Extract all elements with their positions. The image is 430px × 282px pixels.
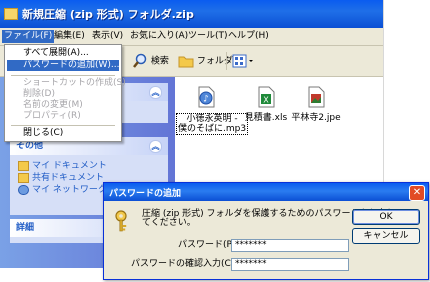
chevron-up-icon[interactable]: ︽: [149, 86, 162, 99]
dialog-title-bar[interactable]: パスワードの追加 ✕: [104, 183, 428, 201]
menu-help[interactable]: ヘルプ(H): [226, 30, 271, 43]
network-icon: [18, 184, 29, 195]
my-documents-icon: [18, 160, 29, 171]
add-password-dialog: パスワードの追加 ✕ 圧縮 (zip 形式) フォルダを保護するためのパスワード…: [103, 182, 429, 280]
file-name-line: 僕のそばに.mp3: [178, 124, 247, 134]
search-button[interactable]: 検索: [132, 53, 169, 69]
menu-separator: [11, 125, 115, 126]
folder-icon: [178, 56, 194, 68]
file-name: 平林寺2.jpe: [291, 113, 341, 123]
file-menu-dropdown: すべて展開(A)... パスワードの追加(W)... ショートカットの作成(S)…: [4, 44, 126, 142]
shared-folder-icon: [18, 172, 29, 183]
dialog-title: パスワードの追加: [109, 189, 182, 199]
title-bar[interactable]: 新規圧縮 (zip 形式) フォルダ.zip: [0, 0, 383, 28]
menu-separator: [11, 75, 115, 76]
close-button[interactable]: ✕: [409, 185, 425, 201]
menu-tools[interactable]: ツール(T): [186, 30, 230, 43]
menu-view[interactable]: 表示(V): [90, 30, 125, 43]
excel-file-icon: X: [258, 86, 275, 108]
password-label: パスワード(P):: [178, 240, 239, 250]
dialog-message-line: てください。: [142, 218, 196, 228]
menu-item-properties[interactable]: プロパティ(R): [7, 111, 119, 122]
chevron-up-icon[interactable]: ︽: [149, 140, 162, 153]
views-button[interactable]: [232, 53, 254, 69]
menu-edit[interactable]: 編集(E): [52, 30, 87, 43]
menu-item-add-password[interactable]: パスワードの追加(W)...: [7, 60, 120, 71]
link-label: マイ ネットワーク: [32, 185, 107, 195]
menu-item-expand-all[interactable]: すべて展開(A)...: [7, 48, 119, 59]
image-file-icon: [308, 86, 325, 108]
views-icon: [232, 54, 253, 68]
menu-item-create-shortcut[interactable]: ショートカットの作成(S): [7, 78, 126, 89]
menu-item-close[interactable]: 閉じる(C): [7, 128, 119, 139]
window-title: 新規圧縮 (zip 形式) フォルダ.zip: [22, 8, 194, 21]
search-label: 検索: [150, 56, 169, 67]
file-name-line: 小徳永英明 -: [186, 114, 238, 124]
link-label: 共有ドキュメント: [32, 173, 105, 183]
menu-item-delete[interactable]: 削除(D): [7, 89, 119, 100]
ok-button[interactable]: OK: [352, 209, 420, 225]
file-item[interactable]: 平林寺2.jpe: [286, 86, 346, 123]
zip-folder-icon: [4, 8, 18, 20]
close-icon: ✕: [412, 187, 422, 198]
password-field[interactable]: *******: [231, 239, 349, 252]
svg-text:X: X: [263, 96, 269, 105]
menu-item-rename[interactable]: 名前の変更(M): [7, 100, 119, 111]
toolbar-divider: [226, 52, 227, 70]
confirm-password-field[interactable]: *******: [231, 258, 349, 271]
file-item[interactable]: ♪ 小徳永英明 - 僕のそばに.mp3: [176, 86, 249, 135]
folders-label: フォルダ: [196, 56, 233, 67]
cancel-button[interactable]: キャンセル: [352, 228, 420, 244]
search-icon: [133, 53, 147, 68]
menu-file[interactable]: ファイル(F): [2, 30, 55, 43]
link-my-documents[interactable]: マイ ドキュメント: [10, 160, 168, 172]
details-title: 詳細: [16, 223, 35, 233]
link-label: マイ ドキュメント: [32, 161, 107, 171]
key-icon: [115, 210, 127, 232]
folders-button[interactable]: フォルダ: [178, 53, 233, 69]
other-places-title: その他: [16, 141, 44, 151]
menu-favorites[interactable]: お気に入り(A): [128, 30, 190, 43]
svg-text:♪: ♪: [203, 95, 209, 105]
audio-file-icon: ♪: [198, 86, 215, 108]
confirm-password-label: パスワードの確認入力(C):: [131, 259, 238, 269]
